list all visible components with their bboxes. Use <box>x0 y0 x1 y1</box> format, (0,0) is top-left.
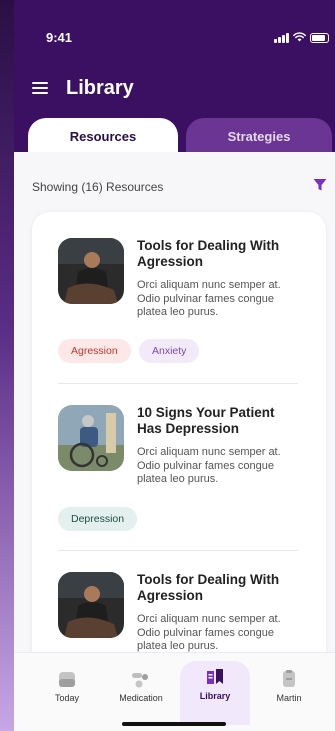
status-time: 9:41 <box>46 30 73 45</box>
nav-profile[interactable]: Martin <box>254 663 324 719</box>
app-header: 9:41 Library Resources Strategies <box>14 0 335 154</box>
tag-depression[interactable]: Depression <box>58 507 138 531</box>
profile-icon <box>283 670 295 687</box>
app-screen: 9:41 Library Resources Strategies Showin… <box>14 0 335 731</box>
menu-icon[interactable] <box>32 82 48 94</box>
resources-content: Showing (16) Resources Tools for Dealing… <box>14 152 335 731</box>
today-icon <box>59 672 75 687</box>
resource-card[interactable]: Tools for Dealing With Agression Orci al… <box>32 212 326 382</box>
nav-label: Medication <box>119 693 163 703</box>
nav-label: Today <box>54 693 80 703</box>
resource-description: Orci aliquam nunc semper at. Odio pulvin… <box>137 446 281 485</box>
tab-resources[interactable]: Resources <box>28 118 178 154</box>
nav-label: Library <box>199 691 231 701</box>
wifi-icon <box>293 32 306 42</box>
status-icons <box>274 29 329 43</box>
nav-library[interactable]: Library <box>180 661 250 725</box>
signal-icon <box>274 32 289 43</box>
nav-label: Martin <box>276 693 302 703</box>
resource-description: Orci aliquam nunc semper at. Odio pulvin… <box>137 613 281 652</box>
results-count: Showing (16) Resources <box>32 180 164 194</box>
resource-title[interactable]: Tools for Dealing With Agression <box>137 238 297 270</box>
tag-agression[interactable]: Agression <box>58 339 131 363</box>
resource-title[interactable]: Tools for Dealing With Agression <box>137 572 297 604</box>
resource-title[interactable]: 10 Signs Your Patient Has Depression <box>137 405 297 437</box>
nav-medication[interactable]: Medication <box>106 663 176 719</box>
bottom-nav: Today Medication Library Martin <box>14 652 335 731</box>
tab-strategies[interactable]: Strategies <box>186 118 332 154</box>
resource-card[interactable]: 10 Signs Your Patient Has Depression Orc… <box>32 384 326 550</box>
resource-thumbnail <box>58 238 124 304</box>
home-indicator <box>122 722 226 726</box>
tag-anxiety[interactable]: Anxiety <box>139 339 200 363</box>
battery-icon <box>310 33 329 43</box>
nav-today[interactable]: Today <box>32 663 102 719</box>
resource-thumbnail <box>58 405 124 471</box>
pills-icon <box>132 673 148 688</box>
library-icon <box>207 669 223 684</box>
resource-thumbnail <box>58 572 124 638</box>
resource-description: Orci aliquam nunc semper at. Odio pulvin… <box>137 279 281 318</box>
filter-icon[interactable] <box>313 178 327 192</box>
page-title: Library <box>66 77 134 99</box>
